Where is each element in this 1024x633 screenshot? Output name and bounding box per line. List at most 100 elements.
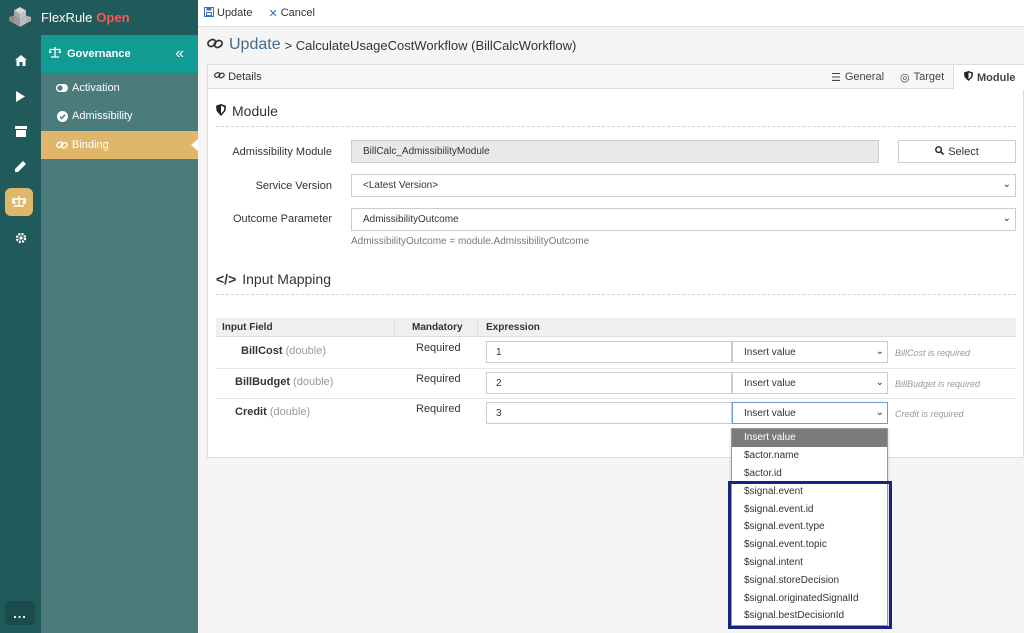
sidebar-section-label: Governance: [67, 48, 131, 60]
row-mandatory: Required: [416, 373, 461, 385]
page-subtitle: > CalculateUsageCostWorkflow (BillCalcWo…: [284, 37, 577, 53]
link-icon: [207, 37, 223, 54]
dropdown-option[interactable]: $actor.id: [732, 465, 887, 483]
tab-general[interactable]: ☰ General: [831, 65, 884, 89]
home-icon[interactable]: [0, 46, 41, 74]
tab-module[interactable]: Module: [953, 65, 1024, 90]
check-circle-icon: [56, 110, 68, 122]
sidebar-item-binding[interactable]: Binding: [41, 131, 198, 159]
sidebar-item-label: Activation: [72, 82, 120, 94]
dropdown-option[interactable]: Insert value: [732, 429, 887, 447]
page-title: Update > CalculateUsageCostWorkflow (Bil…: [207, 36, 576, 54]
expression-input[interactable]: 3: [486, 402, 732, 424]
insert-value-label: Insert value: [744, 377, 796, 389]
insert-value-select[interactable]: Insert value ⌄: [732, 341, 888, 363]
governance-icon[interactable]: [5, 188, 33, 216]
select-label: Select: [948, 145, 979, 158]
outcome-parameter-select[interactable]: AdmissibilityOutcome ⌄: [351, 208, 1016, 231]
chevron-down-icon: ⌄: [875, 407, 884, 418]
admissibility-module-label: Admissibility Module: [232, 146, 332, 158]
outcome-parameter-value: AdmissibilityOutcome: [363, 214, 459, 225]
link-icon: [56, 140, 68, 150]
row-input-field: BillBudget (double): [235, 376, 333, 388]
validation-message: BillBudget is required: [895, 379, 981, 389]
validation-message: Credit is required: [895, 409, 964, 419]
module-section-title: Module: [216, 103, 278, 119]
divider: [216, 294, 1016, 295]
select-button[interactable]: Select: [898, 140, 1016, 163]
more-button[interactable]: ...: [5, 601, 35, 625]
row-divider: [216, 368, 1016, 369]
details-label: Details: [228, 71, 262, 83]
outcome-parameter-label: Outcome Parameter: [232, 213, 332, 225]
details-panel: Details ☰ General ◎ Target Module Module…: [207, 64, 1024, 458]
input-mapping-label: Input Mapping: [242, 271, 331, 287]
sidebar-item-label: Binding: [72, 139, 109, 151]
search-icon: [935, 145, 945, 158]
sidebar-item-activation[interactable]: Activation: [41, 74, 198, 102]
chevron-down-icon: ⌄: [875, 346, 884, 357]
play-icon[interactable]: [0, 82, 41, 110]
insert-value-select[interactable]: Insert value ⌄: [732, 402, 888, 424]
header-expression: Expression: [486, 322, 540, 333]
signal-options-highlight: [728, 481, 892, 629]
outcome-hint: AdmissibilityOutcome = module.Admissibil…: [351, 236, 590, 247]
field-type: (double): [293, 376, 334, 388]
gear-icon[interactable]: [0, 224, 41, 252]
dropdown-option[interactable]: $actor.name: [732, 447, 887, 465]
app-title: FlexRule Open: [41, 0, 198, 35]
cancel-button[interactable]: ✕ Cancel: [268, 7, 314, 20]
sidebar-section-governance[interactable]: Governance «: [41, 35, 198, 73]
input-mapping-title: </> Input Mapping: [216, 271, 331, 287]
toolbar: Update ✕ Cancel: [198, 0, 1024, 27]
service-version-value: <Latest Version>: [363, 180, 439, 191]
field-type: (double): [285, 345, 326, 357]
toggle-icon: [56, 84, 68, 92]
collapse-icon[interactable]: «: [175, 45, 184, 63]
sidebar-item-admissibility[interactable]: Admissibility: [41, 102, 198, 130]
cancel-label: Cancel: [280, 7, 315, 19]
sidebar: FlexRule Open Governance « Activation Ad…: [41, 0, 198, 633]
brand-suffix: Open: [96, 10, 130, 25]
flexrule-logo-icon: [9, 7, 31, 27]
tab-target-label: Target: [913, 71, 945, 83]
field-type: (double): [269, 406, 311, 418]
field-name: Credit: [235, 406, 267, 418]
validation-message: BillCost is required: [895, 348, 971, 358]
field-name: BillCost: [241, 345, 283, 357]
service-version-select[interactable]: <Latest Version> ⌄: [351, 174, 1016, 197]
expression-input[interactable]: 1: [486, 341, 732, 363]
service-version-label: Service Version: [255, 180, 332, 192]
save-icon: [204, 6, 214, 20]
column-separator: [477, 318, 478, 337]
chevron-down-icon: ⌄: [1002, 213, 1011, 224]
target-icon: ◎: [900, 71, 910, 84]
close-icon: ✕: [268, 7, 278, 20]
column-separator: [394, 318, 395, 337]
code-icon: </>: [216, 271, 237, 287]
row-mandatory: Required: [416, 403, 461, 415]
insert-value-label: Insert value: [744, 407, 796, 419]
tab-general-label: General: [844, 71, 885, 83]
update-label: Update: [217, 7, 253, 19]
insert-value-select[interactable]: Insert value ⌄: [732, 372, 888, 394]
tab-bar: Details ☰ General ◎ Target Module: [208, 65, 1024, 90]
header-mandatory: Mandatory: [412, 322, 463, 333]
field-name: BillBudget: [235, 376, 290, 388]
module-title-label: Module: [232, 103, 278, 119]
divider: [216, 126, 1016, 127]
update-button[interactable]: Update: [204, 6, 253, 20]
tab-module-label: Module: [977, 71, 1016, 84]
insert-value-label: Insert value: [744, 346, 796, 358]
archive-icon[interactable]: [0, 117, 41, 145]
sidebar-item-label: Admissibility: [72, 110, 133, 122]
row-input-field: BillCost (double): [241, 345, 326, 357]
tab-target[interactable]: ◎ Target: [900, 65, 944, 89]
row-mandatory: Required: [416, 342, 461, 354]
chevron-down-icon: ⌄: [1002, 179, 1011, 190]
pencil-icon[interactable]: [0, 152, 41, 180]
expression-input[interactable]: 2: [486, 372, 732, 394]
shield-icon: [964, 71, 973, 84]
row-input-field: Credit (double): [235, 406, 310, 418]
row-divider: [216, 398, 1016, 399]
